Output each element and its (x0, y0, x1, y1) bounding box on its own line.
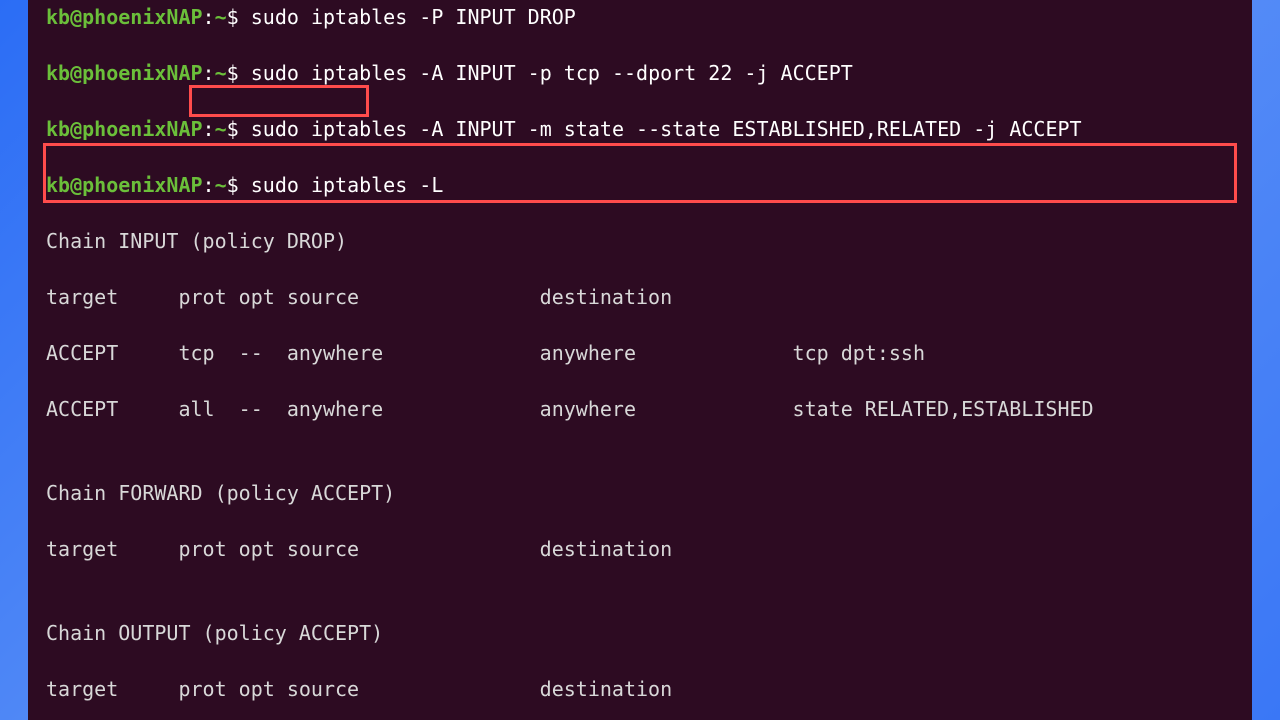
output-line: Chain FORWARD (policy ACCEPT) (46, 479, 1234, 507)
prompt-sep: : (203, 173, 215, 197)
prompt-user: kb@phoenixNAP (46, 5, 203, 29)
prompt-dollar: $ (227, 5, 239, 29)
prompt-dollar: $ (227, 117, 239, 141)
output-line: ACCEPT tcp -- anywhere anywhere tcp dpt:… (46, 339, 1234, 367)
output-line: ACCEPT all -- anywhere anywhere state RE… (46, 395, 1234, 423)
prompt-user: kb@phoenixNAP (46, 117, 203, 141)
output-line: target prot opt source destination (46, 535, 1234, 563)
command-text: sudo iptables -L (251, 173, 444, 197)
prompt-sep: : (203, 117, 215, 141)
command-text: sudo iptables -A INPUT -m state --state … (251, 117, 1082, 141)
output-line: Chain OUTPUT (policy ACCEPT) (46, 619, 1234, 647)
prompt-dollar: $ (227, 173, 239, 197)
prompt-path: ~ (215, 117, 227, 141)
prompt-user: kb@phoenixNAP (46, 61, 203, 85)
command-line-4: kb@phoenixNAP:~$ sudo iptables -L (46, 171, 1234, 199)
prompt-path: ~ (215, 5, 227, 29)
prompt-sep: : (203, 61, 215, 85)
command-line-1: kb@phoenixNAP:~$ sudo iptables -P INPUT … (46, 3, 1234, 31)
prompt-dollar: $ (227, 61, 239, 85)
prompt-sep: : (203, 5, 215, 29)
command-line-3: kb@phoenixNAP:~$ sudo iptables -A INPUT … (46, 115, 1234, 143)
prompt-path: ~ (215, 173, 227, 197)
command-line-2: kb@phoenixNAP:~$ sudo iptables -A INPUT … (46, 59, 1234, 87)
policy-drop-highlight (189, 85, 369, 117)
terminal-window[interactable]: kb@phoenixNAP:~$ sudo iptables -P INPUT … (28, 0, 1252, 720)
command-text: sudo iptables -A INPUT -p tcp --dport 22… (251, 61, 853, 85)
prompt-user: kb@phoenixNAP (46, 173, 203, 197)
output-line: Chain INPUT (policy DROP) (46, 227, 1234, 255)
output-line: target prot opt source destination (46, 675, 1234, 703)
command-text: sudo iptables -P INPUT DROP (251, 5, 576, 29)
output-line: target prot opt source destination (46, 283, 1234, 311)
prompt-path: ~ (215, 61, 227, 85)
